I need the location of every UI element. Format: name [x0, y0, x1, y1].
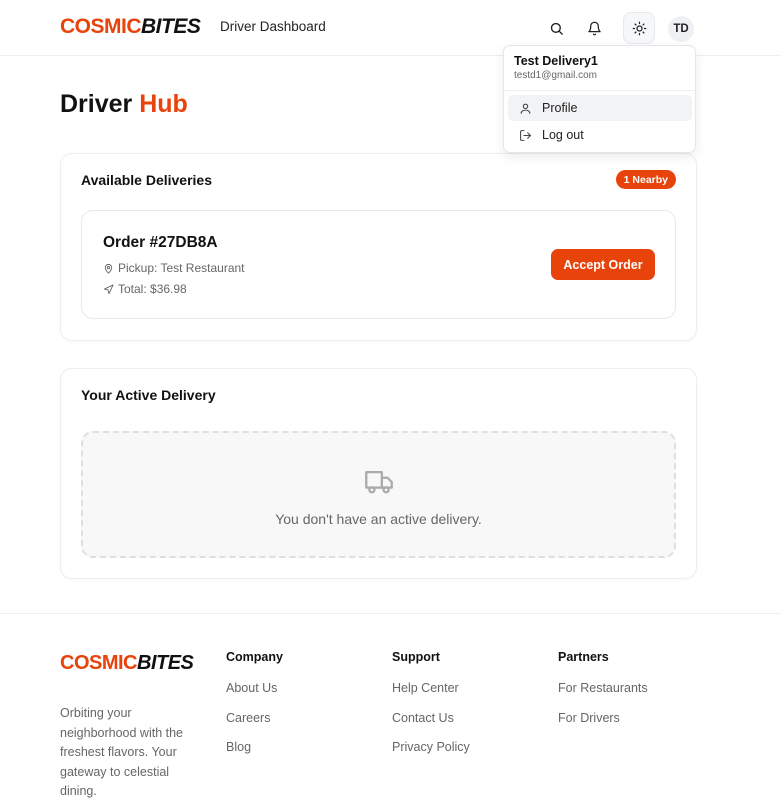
order-card: Order #27DB8A Pickup: Test Restaurant To… — [81, 210, 676, 319]
user-menu-dropdown: Test Delivery1 testd1@gmail.com Profile … — [503, 45, 696, 153]
truck-icon — [365, 470, 393, 494]
menu-divider — [504, 90, 695, 91]
logo-part-2: BITES — [141, 15, 201, 38]
menu-item-profile[interactable]: Profile — [508, 95, 692, 121]
footer-column-title: Company — [226, 650, 283, 664]
footer-link-help[interactable]: Help Center — [392, 681, 470, 695]
logo-part-1: COSMIC — [60, 15, 142, 38]
footer-column-partners: Partners For Restaurants For Drivers — [558, 650, 648, 740]
logout-icon — [519, 129, 531, 141]
search-button[interactable] — [540, 12, 572, 44]
menu-item-label: Log out — [542, 128, 584, 142]
brand-logo[interactable]: COSMICBITES — [60, 15, 201, 39]
search-icon — [550, 22, 563, 35]
footer-link-careers[interactable]: Careers — [226, 711, 283, 725]
empty-state-text: You don't have an active delivery. — [275, 511, 482, 527]
navigation-icon — [103, 283, 114, 294]
nearby-count-badge: 1 Nearby — [615, 170, 676, 189]
user-email: testd1@gmail.com — [514, 70, 597, 81]
bell-icon — [587, 21, 601, 35]
available-deliveries-card: Available Deliveries 1 Nearby Order #27D… — [60, 153, 697, 341]
footer-link-restaurants[interactable]: For Restaurants — [558, 681, 648, 695]
footer-column-company: Company About Us Careers Blog — [226, 650, 283, 770]
order-pickup: Pickup: Test Restaurant — [103, 261, 245, 275]
available-deliveries-title: Available Deliveries — [81, 172, 213, 188]
sun-icon — [632, 21, 646, 35]
empty-state: You don't have an active delivery. — [81, 431, 676, 558]
user-icon — [520, 103, 530, 114]
user-avatar[interactable]: TD — [668, 16, 694, 42]
map-pin-icon — [104, 263, 113, 274]
active-delivery-title: Your Active Delivery — [81, 387, 216, 403]
menu-item-logout[interactable]: Log out — [508, 122, 692, 148]
footer-link-contact[interactable]: Contact Us — [392, 711, 470, 725]
pickup-text: Pickup: Test Restaurant — [118, 261, 245, 275]
title-part-2: Hub — [139, 90, 188, 118]
user-name: Test Delivery1 — [514, 54, 598, 68]
page-footer: COSMICBITES Orbiting your neighborhood w… — [0, 613, 781, 804]
footer-column-title: Support — [392, 650, 440, 664]
active-delivery-card: Your Active Delivery You don't have an a… — [60, 368, 697, 579]
title-part-1: Driver — [60, 90, 133, 118]
total-text: Total: $36.98 — [118, 282, 187, 296]
accept-order-button[interactable]: Accept Order — [551, 249, 655, 280]
page-title: Driver Hub — [60, 90, 188, 119]
footer-link-about[interactable]: About Us — [226, 681, 283, 695]
footer-logo-part-1: COSMIC — [60, 652, 138, 674]
order-id: Order #27DB8A — [103, 234, 218, 251]
footer-link-privacy[interactable]: Privacy Policy — [392, 740, 470, 754]
footer-column-title: Partners — [558, 650, 609, 664]
theme-toggle-button[interactable] — [623, 12, 655, 44]
notifications-button[interactable] — [578, 12, 610, 44]
nav-driver-dashboard[interactable]: Driver Dashboard — [220, 19, 326, 34]
footer-tagline: Orbiting your neighborhood with the fres… — [60, 706, 184, 799]
footer-logo-part-2: BITES — [137, 652, 194, 674]
footer-link-blog[interactable]: Blog — [226, 740, 283, 754]
footer-logo[interactable]: COSMICBITES — [60, 652, 194, 675]
menu-item-label: Profile — [542, 101, 578, 115]
footer-link-drivers[interactable]: For Drivers — [558, 711, 648, 725]
order-total: Total: $36.98 — [103, 282, 187, 296]
footer-column-support: Support Help Center Contact Us Privacy P… — [392, 650, 470, 770]
